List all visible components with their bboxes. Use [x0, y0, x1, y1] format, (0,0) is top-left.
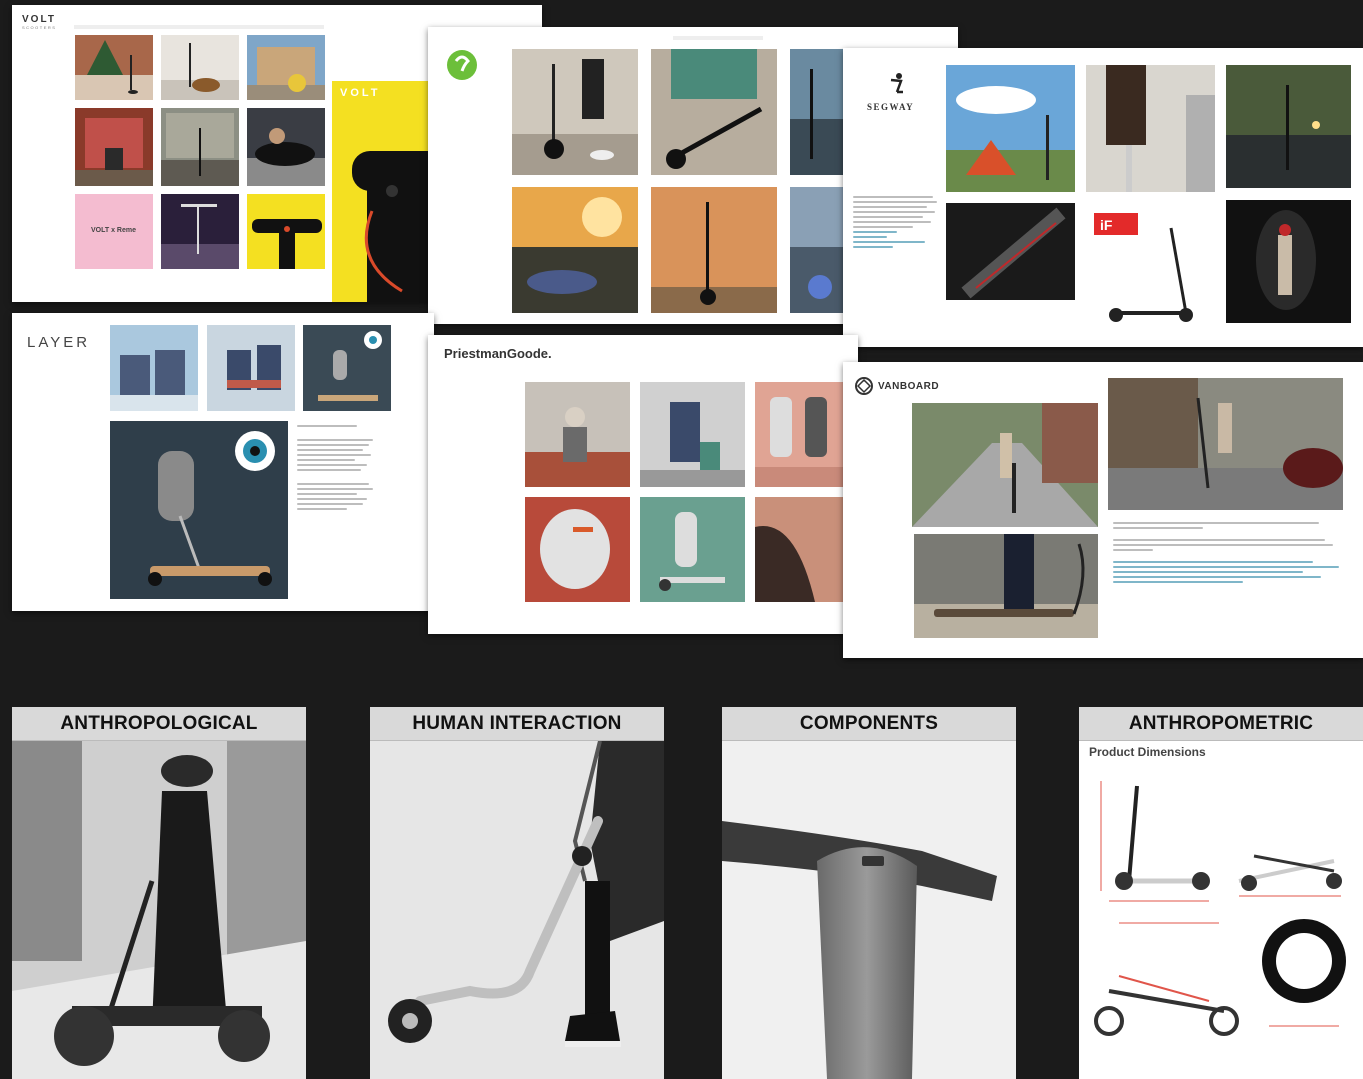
priestmangoode-instagram-card: PriestmanGoode. — [428, 335, 858, 634]
priestmangoode-logo: PriestmanGoode. — [444, 346, 552, 361]
photo-woman-bench-scooter — [525, 382, 630, 487]
photo-street-scooter — [161, 108, 239, 186]
photo-red-battery-closeup — [525, 497, 630, 602]
photo-city-scooter — [790, 187, 850, 313]
category-anthropometric: ANTHROPOMETRIC Product Dimensions — [1079, 707, 1363, 1079]
volt-logo: VOLT — [22, 14, 56, 25]
photo-street-rider — [1108, 378, 1343, 510]
photo-layer-seats-2 — [207, 325, 295, 411]
vanboard-instagram-card: VANBOARD — [843, 362, 1363, 658]
photo-sunset-ride — [512, 187, 638, 313]
photo-skateboard-scooter — [914, 534, 1098, 638]
photo-volt-pink-tile: VOLT x Reme — [75, 194, 153, 269]
volt-header-bar — [74, 25, 324, 29]
segway-caption-text — [853, 196, 939, 251]
photo-wall-scooter — [651, 187, 777, 313]
photo-building-scooter — [247, 35, 325, 100]
photo-green-scooter — [640, 497, 745, 602]
photo-vintage-woman-scooter — [12, 741, 306, 1079]
volt-logo-subtitle: SCOOTERS — [22, 25, 57, 30]
dimension-diagrams — [1094, 781, 1346, 1036]
product-dimensions-panel: Product Dimensions — [1079, 741, 1363, 1079]
green-logo-icon — [446, 49, 478, 81]
category-components-header: COMPONENTS — [722, 707, 1016, 741]
volt-pink-tile-label: VOLT x Reme — [91, 227, 136, 234]
photo-layer-scooter-large — [110, 421, 288, 599]
photo-night-street-scooter — [1226, 65, 1351, 188]
photo-if-award-scooter: iF — [1086, 203, 1215, 331]
photo-sidewalk-walking-scooter — [912, 403, 1098, 527]
photo-woman-dark-scooter — [1226, 200, 1351, 323]
photo-folded-scooter — [651, 49, 777, 175]
photo-red-facade-scooter — [75, 108, 153, 186]
photo-yellow-handlebar — [247, 194, 325, 269]
photo-parked-scooters — [790, 49, 850, 175]
photo-christmas-tree-scooter — [75, 35, 153, 100]
vanboard-caption-text — [1113, 522, 1343, 586]
photo-woman-walking-scooter — [370, 741, 664, 1079]
segway-logo: SEGWAY — [867, 102, 915, 112]
photo-tent-scooter — [946, 65, 1075, 192]
photo-white-sneakers-scooter — [512, 49, 638, 175]
photo-man-child-scooter — [640, 382, 745, 487]
layer-logo: LAYER — [27, 334, 91, 351]
photo-pink-scooters — [755, 382, 850, 487]
segway-figure-icon — [885, 72, 909, 96]
photo-dark-stem-closeup — [946, 203, 1075, 300]
category-anthropometric-header: ANTHROPOMETRIC — [1079, 707, 1363, 741]
layer-caption-text — [297, 425, 377, 513]
photo-layer-scooter-small — [303, 325, 391, 411]
category-human-interaction-header: HUMAN INTERACTION — [370, 707, 664, 741]
vanboard-logo-icon — [854, 376, 874, 396]
category-components: COMPONENTS — [722, 707, 1016, 1079]
layer-instagram-card: LAYER — [12, 313, 434, 611]
category-anthropological-header: ANTHROPOLOGICAL — [12, 707, 306, 741]
photo-purple-scooter — [161, 194, 239, 269]
segway-instagram-card: SEGWAY iF — [843, 48, 1363, 347]
category-human-interaction: HUMAN INTERACTION — [370, 707, 664, 1079]
photo-handlebar-stem-closeup — [722, 741, 1016, 1079]
category-anthropological: ANTHROPOLOGICAL — [12, 707, 306, 1079]
vanboard-logo: VANBOARD — [878, 381, 940, 392]
green-header-bar — [673, 36, 763, 40]
svg-text:iF: iF — [1100, 217, 1113, 233]
photo-layer-seats-1 — [110, 325, 198, 411]
photo-dark-handle-closeup — [755, 497, 850, 602]
photo-dog-scooter — [161, 35, 239, 100]
photo-car-scooter — [247, 108, 325, 186]
photo-man-scooter — [1086, 65, 1215, 192]
